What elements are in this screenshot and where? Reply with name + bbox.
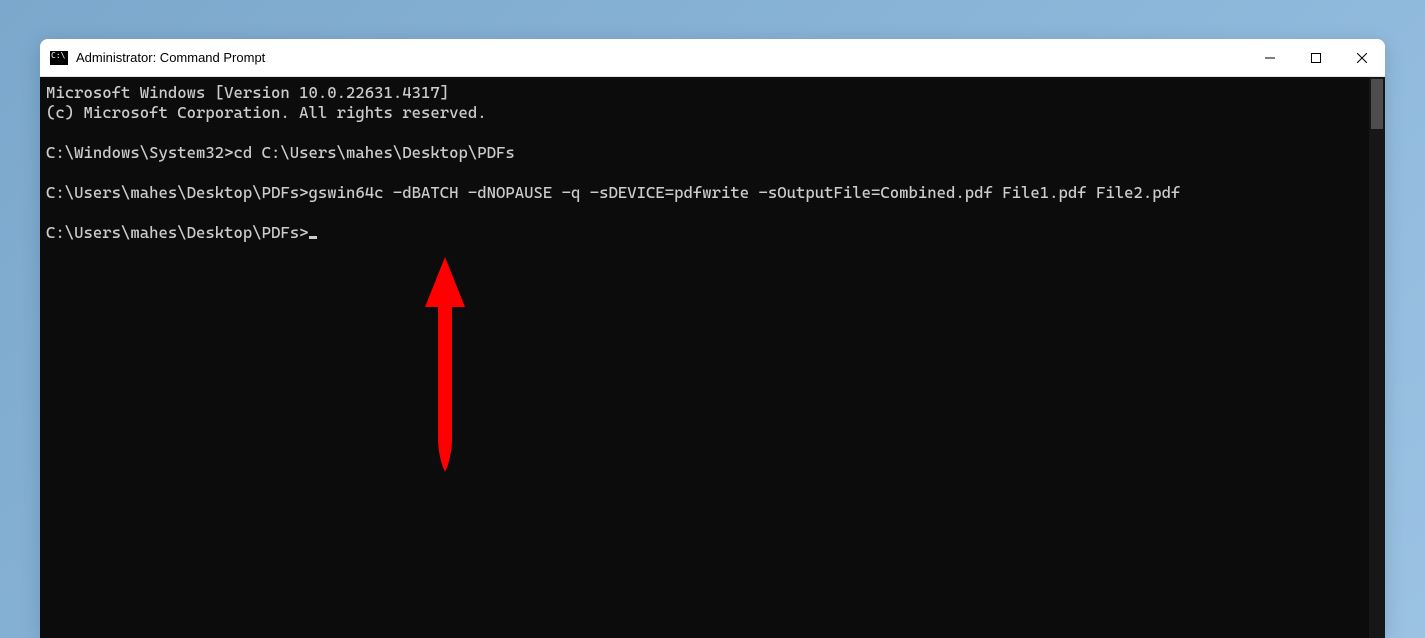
window-controls <box>1247 39 1385 76</box>
maximize-button[interactable] <box>1293 39 1339 76</box>
window-title: Administrator: Command Prompt <box>76 50 1247 65</box>
scrollbar-track[interactable] <box>1369 77 1385 638</box>
command-text: gswin64c -dBATCH -dNOPAUSE -q -sDEVICE=p… <box>309 183 1181 202</box>
prompt: C:\Windows\System32> <box>46 143 234 162</box>
close-button[interactable] <box>1339 39 1385 76</box>
titlebar[interactable]: Administrator: Command Prompt <box>40 39 1385 77</box>
prompt: C:\Users\mahes\Desktop\PDFs> <box>46 223 309 242</box>
terminal-output[interactable]: Microsoft Windows [Version 10.0.22631.43… <box>40 77 1369 638</box>
command-text: cd C:\Users\mahes\Desktop\PDFs <box>234 143 515 162</box>
prompt: C:\Users\mahes\Desktop\PDFs> <box>46 183 309 202</box>
output-line: (c) Microsoft Corporation. All rights re… <box>46 103 487 122</box>
minimize-button[interactable] <box>1247 39 1293 76</box>
output-line: Microsoft Windows [Version 10.0.22631.43… <box>46 83 449 102</box>
terminal-container: Microsoft Windows [Version 10.0.22631.43… <box>40 77 1385 638</box>
command-prompt-window: Administrator: Command Prompt Microsoft … <box>40 39 1385 638</box>
cmd-icon <box>50 51 68 65</box>
scrollbar-thumb[interactable] <box>1371 79 1383 129</box>
text-cursor <box>309 236 317 239</box>
